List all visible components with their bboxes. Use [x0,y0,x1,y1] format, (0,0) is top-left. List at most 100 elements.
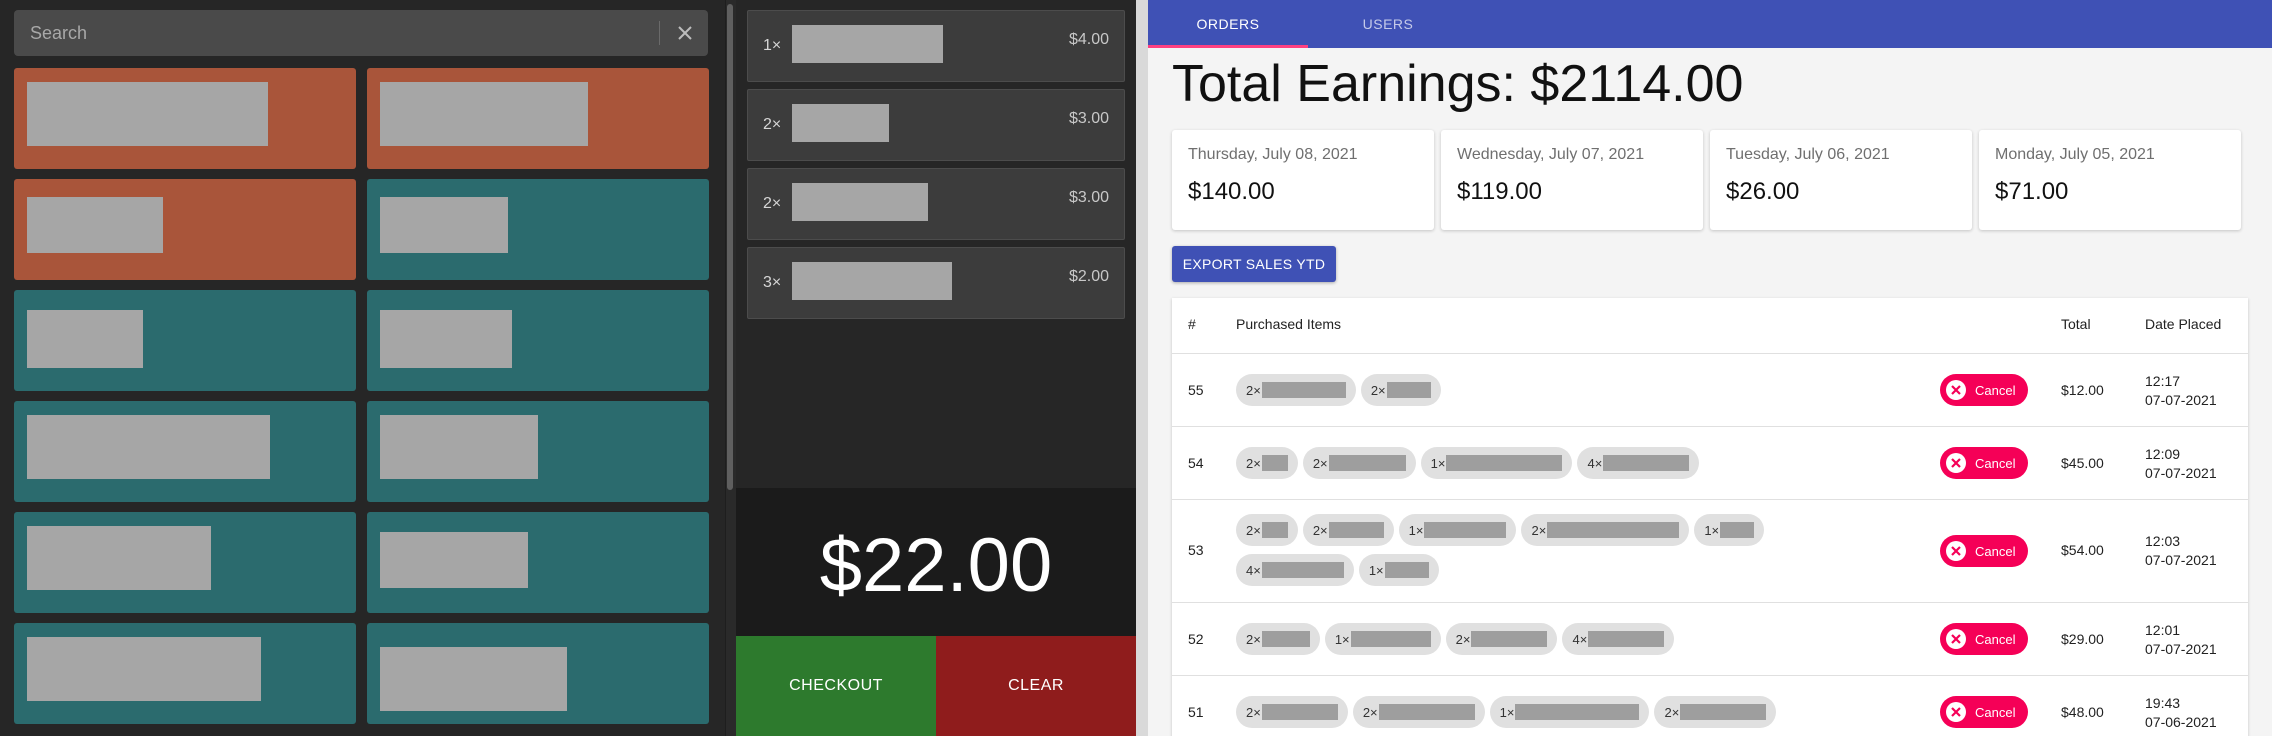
product-scrollbar[interactable] [726,0,736,736]
redacted-item-name [1515,704,1640,720]
purchased-items: 2× 1× 2× 4× [1236,623,1876,663]
cart-item-qty: 3× [763,274,782,291]
export-sales-button[interactable]: EXPORT SALES YTD [1172,246,1336,282]
order-day: 07-07-2021 [2145,392,2217,408]
redacted-item-name [792,104,889,142]
cart-item[interactable]: 2× $3.00 [747,168,1125,240]
redacted-item-name [1547,522,1680,538]
search-input[interactable] [14,10,659,56]
order-date: 12:17 07-07-2021 [2145,372,2217,410]
chip-qty: 1× [1408,522,1424,538]
redacted-item-name [1384,562,1429,578]
cart-item[interactable]: 2× $3.00 [747,89,1125,161]
redacted-label [380,415,538,479]
redacted-item-name [1261,522,1288,538]
cancel-order-button[interactable]: Cancel [1940,447,2028,479]
cancel-order-button[interactable]: Cancel [1940,374,2028,406]
redacted-item-name [792,25,943,63]
product-tile[interactable] [14,68,356,169]
product-tile[interactable] [14,179,356,280]
redacted-item-name [792,183,928,221]
product-tile[interactable] [14,512,356,613]
chip-qty: 2× [1362,704,1378,720]
order-id: 51 [1188,704,1204,720]
product-tile[interactable] [367,290,709,391]
cancel-order-button[interactable]: Cancel [1940,623,2028,655]
chip-qty: 2× [1312,522,1328,538]
product-tile[interactable] [367,179,709,280]
order-total: $29.00 [2061,631,2104,647]
active-tab-indicator [1148,45,1308,48]
daily-date: Monday, July 05, 2021 [1995,146,2155,163]
cancel-label: Cancel [1975,382,2016,398]
search-divider [659,21,660,45]
clear-search-icon[interactable] [672,20,698,46]
product-tile[interactable] [367,68,709,169]
cancel-icon [1946,702,1966,722]
cancel-label: Cancel [1975,543,2016,559]
redacted-label [27,310,143,368]
purchased-items: 2× 2× 1× 2× 1× 4× 1× [1236,514,1876,594]
cart-panel: 1× $4.00 2× $3.00 2× $3.00 3× $2.00 $22.… [736,0,1136,736]
product-tile[interactable] [367,512,709,613]
product-tile[interactable] [367,623,709,724]
item-chip: 2× [1654,696,1777,728]
daily-amount: $140.00 [1188,178,1275,205]
orders-table: # Purchased Items Total Date Placed 55 2… [1172,298,2248,736]
order-time: 19:43 [2145,695,2181,711]
chip-qty: 1× [1334,631,1350,647]
checkout-button[interactable]: CHECKOUT [736,636,936,736]
cart-item[interactable]: 1× $4.00 [747,10,1125,82]
purchased-items: 2× 2× 1× 4× [1236,447,1876,487]
item-chip: 4× [1577,447,1700,479]
item-chip: 2× [1445,623,1558,655]
item-chip: 1× [1694,514,1765,546]
redacted-item-name [1603,455,1690,471]
item-chip: 2× [1236,623,1320,655]
daily-earnings-card: Tuesday, July 06, 2021 $26.00 [1710,130,1972,230]
chip-qty: 2× [1312,455,1328,471]
chip-qty: 4× [1587,455,1603,471]
order-time: 12:09 [2145,446,2181,462]
cart-item-qty: 1× [763,37,782,54]
tab-orders[interactable]: ORDERS [1148,0,1308,48]
redacted-item-name [792,262,952,300]
cart-item[interactable]: 3× $2.00 [747,247,1125,319]
product-tile[interactable] [14,290,356,391]
cancel-order-button[interactable]: Cancel [1940,535,2028,567]
column-header-date: Date Placed [2145,316,2222,332]
product-tile[interactable] [367,401,709,502]
redacted-item-name [1378,704,1475,720]
redacted-item-name [1680,704,1767,720]
chip-qty: 4× [1246,562,1261,578]
column-header-items: Purchased Items [1236,316,1342,332]
daily-date: Tuesday, July 06, 2021 [1726,146,1890,163]
item-chip: 2× [1521,514,1690,546]
product-tile[interactable] [14,623,356,724]
redacted-item-name [1261,704,1338,720]
chip-qty: 2× [1246,455,1261,471]
table-row: 52 2× 1× 2× 4× Cancel $29.00 12:01 07-07… [1172,603,2248,676]
table-row: 55 2× 2× Cancel $12.00 12:17 07-07-2021 [1172,354,2248,427]
item-chip: 1× [1358,554,1439,586]
tab-users[interactable]: USERS [1308,0,1468,48]
daily-date: Thursday, July 08, 2021 [1188,146,1358,163]
chip-qty: 2× [1370,382,1386,398]
order-day: 07-07-2021 [2145,465,2217,481]
chip-qty: 1× [1704,522,1720,538]
product-tile[interactable] [14,401,356,502]
orders-dashboard: ORDERS USERS Total Earnings: $2114.00 Th… [1148,0,2272,736]
redacted-item-name [1386,382,1431,398]
order-date: 12:01 07-07-2021 [2145,621,2217,659]
redacted-item-name [1350,631,1431,647]
order-id: 52 [1188,631,1204,647]
cancel-order-button[interactable]: Cancel [1940,696,2028,728]
table-row: 53 2× 2× 1× 2× 1× 4× 1× Cancel $54.00 12… [1172,500,2248,603]
clear-cart-button[interactable]: CLEAR [936,636,1136,736]
cart-total-box: $22.00 [736,488,1136,636]
scrollbar-thumb[interactable] [727,4,733,490]
table-row: 51 2× 2× 1× 2× Cancel $48.00 19:43 07-06… [1172,676,2248,736]
daily-amount: $26.00 [1726,178,1800,205]
item-chip: 2× [1302,447,1416,479]
item-chip: 2× [1236,374,1356,406]
